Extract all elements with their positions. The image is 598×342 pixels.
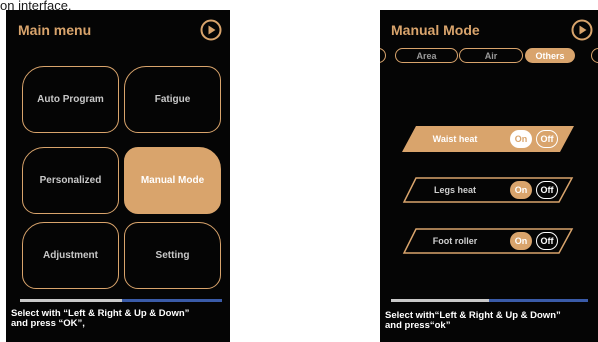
toggle-foot-roller[interactable]: Foot roller On Off bbox=[402, 228, 574, 254]
progress-bar-remaining bbox=[489, 299, 588, 302]
menu-item-label: Setting bbox=[155, 250, 190, 261]
menu-item-label: Personalized bbox=[39, 175, 102, 186]
off-button[interactable]: Off bbox=[536, 130, 558, 148]
toggle-label: Legs heat bbox=[433, 185, 476, 195]
page-title: Manual Mode bbox=[391, 22, 480, 38]
progress-bar-filled bbox=[20, 299, 122, 302]
menu-item-auto-program[interactable]: Auto Program bbox=[22, 66, 119, 133]
page-title: Main menu bbox=[18, 22, 92, 38]
menu-item-label: Auto Program bbox=[37, 94, 104, 105]
off-button[interactable]: Off bbox=[536, 181, 558, 199]
tab-air[interactable]: Air bbox=[459, 48, 523, 63]
menu-item-setting[interactable]: Setting bbox=[124, 222, 221, 289]
off-button[interactable]: Off bbox=[536, 232, 558, 250]
toggle-label: Waist heat bbox=[432, 134, 478, 144]
menu-item-adjustment[interactable]: Adjustment bbox=[22, 222, 119, 289]
toggle-waist-heat[interactable]: Waist heat On Off bbox=[402, 126, 574, 152]
hint-text: Select with “Left & Right & Up & Down” a… bbox=[11, 308, 190, 329]
tab-label: Others bbox=[535, 50, 565, 61]
tab-others[interactable]: Others bbox=[525, 48, 575, 63]
main-menu-screen: Main menu Auto Program Fatigue Personali… bbox=[6, 10, 230, 342]
menu-item-label: Adjustment bbox=[43, 250, 98, 261]
manual-mode-screen: Manual Mode Area Air Others Waist heat O… bbox=[380, 10, 598, 342]
menu-item-fatigue[interactable]: Fatigue bbox=[124, 66, 221, 133]
tab-partial-left[interactable] bbox=[380, 48, 386, 63]
menu-item-personalized[interactable]: Personalized bbox=[22, 147, 119, 214]
menu-item-label: Manual Mode bbox=[140, 175, 205, 186]
on-button[interactable]: On bbox=[510, 181, 532, 199]
tab-label: Area bbox=[416, 50, 437, 61]
toggle-label: Foot roller bbox=[432, 236, 478, 246]
play-icon[interactable] bbox=[200, 19, 222, 41]
tab-label: Air bbox=[484, 50, 498, 61]
menu-item-label: Fatigue bbox=[154, 94, 191, 105]
tab-partial-right[interactable] bbox=[591, 48, 598, 63]
menu-item-manual-mode[interactable]: Manual Mode bbox=[124, 147, 221, 214]
tab-area[interactable]: Area bbox=[395, 48, 458, 63]
hint-text: Select with“Left & Right & Up & Down” an… bbox=[385, 310, 561, 331]
toggle-legs-heat[interactable]: Legs heat On Off bbox=[402, 177, 574, 203]
progress-bar-remaining bbox=[122, 299, 222, 302]
on-button[interactable]: On bbox=[510, 232, 532, 250]
on-button[interactable]: On bbox=[510, 130, 532, 148]
progress-bar-filled bbox=[391, 299, 489, 302]
play-icon[interactable] bbox=[571, 19, 593, 41]
